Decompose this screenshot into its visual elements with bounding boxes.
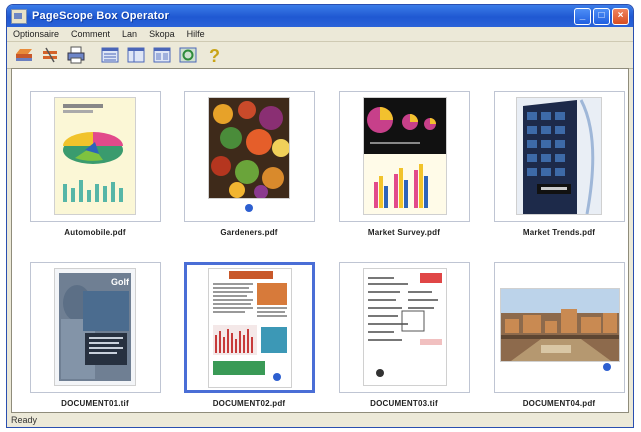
detail-view-button[interactable] <box>125 45 147 65</box>
page-preview <box>209 98 289 198</box>
document-name: Market Trends.pdf <box>522 228 596 237</box>
document-name: Automobile.pdf <box>64 228 126 237</box>
document-name: DOCUMENT04.pdf <box>522 399 596 408</box>
document-badge-icon <box>603 363 611 371</box>
thumbnail-document04[interactable] <box>494 262 625 393</box>
page-preview <box>364 98 446 214</box>
svg-text:Golf: Golf <box>111 277 130 287</box>
status-text: Ready <box>11 415 38 425</box>
page-preview <box>364 269 446 385</box>
document-name: DOCUMENT02.pdf <box>212 399 286 408</box>
thumbnail-view-button[interactable] <box>151 45 173 65</box>
page-preview <box>55 98 135 214</box>
refresh-icon <box>179 47 197 63</box>
help-button[interactable]: ? <box>203 45 225 65</box>
app-icon <box>11 8 27 24</box>
printer-icon <box>67 46 85 64</box>
pen-button[interactable] <box>13 45 35 65</box>
document-name: Gardeners.pdf <box>220 228 278 237</box>
minimize-button[interactable]: _ <box>574 7 591 25</box>
window-title: PageScope Box Operator <box>32 10 170 22</box>
menu-comment[interactable]: Comment <box>71 29 110 39</box>
page-preview <box>517 98 601 214</box>
thumbnail-gardeners[interactable] <box>184 91 315 222</box>
menu-bar: Optionsaire Comment Lan Skopa Hilfe <box>7 27 633 42</box>
list-view-icon <box>101 47 119 63</box>
thumbnail-document01[interactable]: Golf <box>30 262 161 393</box>
maximize-button[interactable]: □ <box>593 7 610 25</box>
status-bar: Ready <box>7 413 633 427</box>
document-badge-icon <box>245 204 253 212</box>
thumbnail-automobile[interactable] <box>30 91 161 222</box>
scissors-icon <box>43 47 57 63</box>
menu-skopa[interactable]: Skopa <box>149 29 175 39</box>
refresh-button[interactable] <box>177 45 199 65</box>
menu-hilfe[interactable]: Hilfe <box>187 29 205 39</box>
thumbnail-market-trends[interactable] <box>494 91 625 222</box>
thumbnail-market-survey[interactable] <box>339 91 470 222</box>
title-bar[interactable]: PageScope Box Operator _ □ × <box>7 5 633 27</box>
thumbnail-document02[interactable] <box>184 262 315 393</box>
page-preview <box>501 289 619 361</box>
thumbnail-document03[interactable] <box>339 262 470 393</box>
svg-text:?: ? <box>209 46 220 64</box>
close-button[interactable]: × <box>612 7 629 25</box>
scissors-button[interactable] <box>39 45 61 65</box>
document-name: DOCUMENT03.tif <box>370 399 438 408</box>
detail-view-icon <box>127 47 145 63</box>
menu-lan[interactable]: Lan <box>122 29 137 39</box>
pen-icon <box>16 49 32 61</box>
document-name: Market Survey.pdf <box>367 228 441 237</box>
toolbar: ? <box>7 42 633 69</box>
window-controls: _ □ × <box>574 7 629 25</box>
menu-optionsaire[interactable]: Optionsaire <box>13 29 59 39</box>
app-window: PageScope Box Operator _ □ × Optionsaire… <box>6 4 634 428</box>
page-preview: Golf <box>55 269 135 385</box>
list-view-button[interactable] <box>99 45 121 65</box>
print-button[interactable] <box>65 45 87 65</box>
page-preview <box>209 269 291 387</box>
document-thumbnail-area[interactable]: Automobile.pdf Gardeners.pdf Market Surv… <box>11 68 629 413</box>
document-name: DOCUMENT01.tif <box>61 399 129 408</box>
thumbnail-view-icon <box>153 47 171 63</box>
help-icon: ? <box>209 46 220 64</box>
